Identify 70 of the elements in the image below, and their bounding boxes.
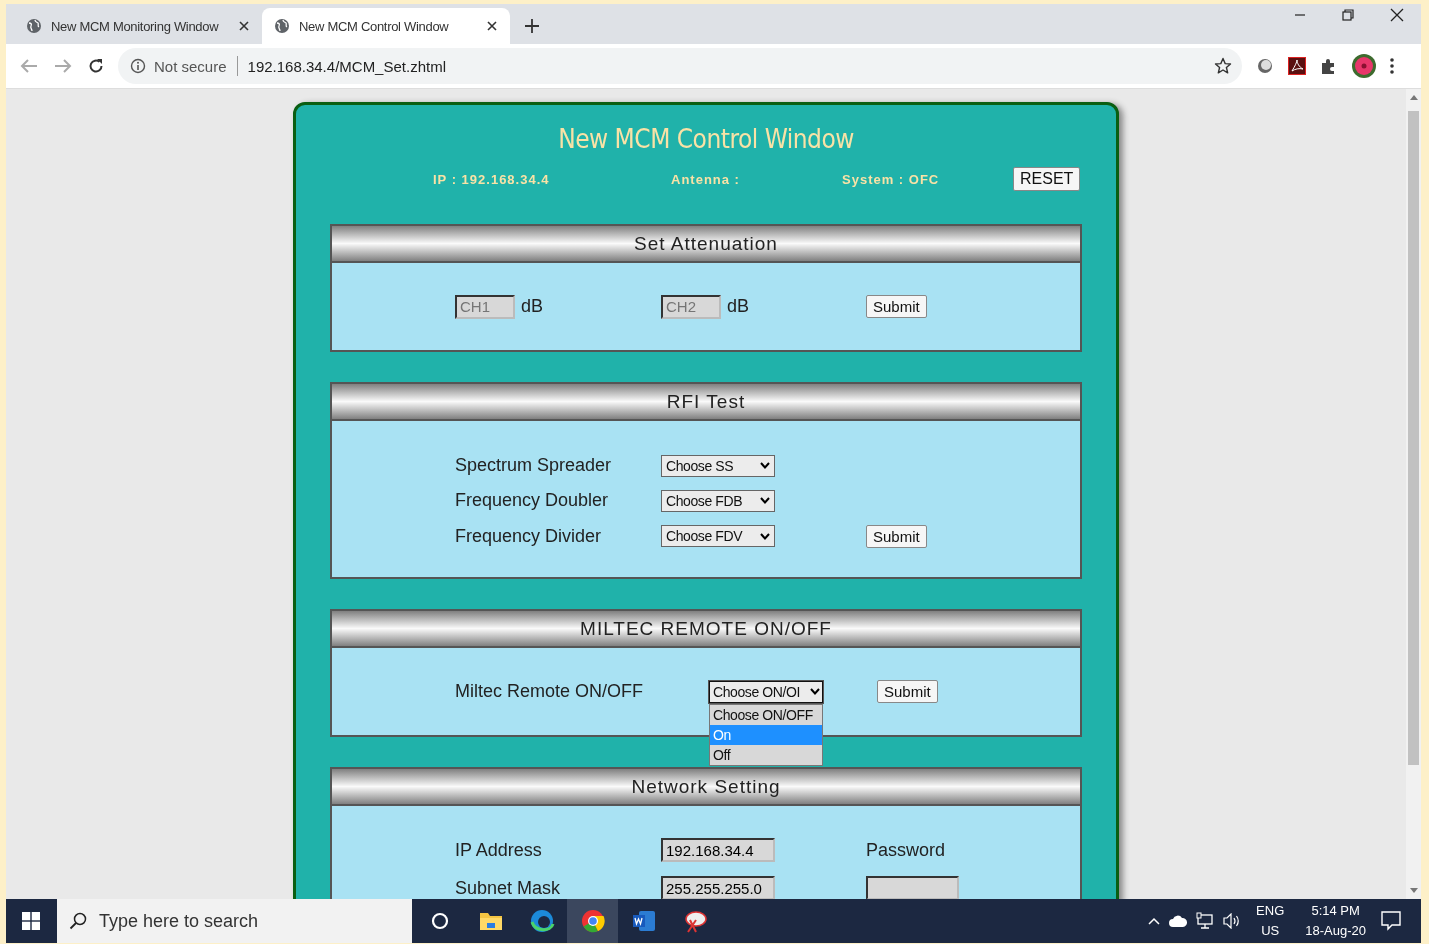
chevron-down-icon [760, 462, 770, 469]
chevron-down-icon [760, 532, 770, 540]
reload-icon[interactable] [88, 58, 104, 74]
field-label: IP Address [455, 839, 543, 861]
pdf-icon[interactable] [1288, 57, 1306, 75]
language-indicator[interactable]: ENG US [1256, 901, 1285, 941]
restore-icon[interactable] [1342, 9, 1354, 21]
dropdown-option[interactable]: Choose ON/OFF [710, 704, 822, 725]
info-label: System : OFC [842, 171, 940, 187]
field-label: Spectrum Spreader [455, 455, 613, 476]
clock[interactable]: 5:14 PM 18-Aug-20 [1305, 901, 1366, 941]
field-label: Password [866, 839, 946, 861]
input-field[interactable]: 255.255.255.0 [661, 876, 775, 899]
globe-icon [274, 18, 290, 34]
dropdown[interactable]: Choose ON/OI [709, 680, 823, 703]
close-icon[interactable] [1390, 8, 1404, 22]
password-field[interactable] [866, 876, 959, 899]
dropdown[interactable]: Choose FDV [661, 525, 775, 547]
flower-avatar-icon[interactable] [1352, 54, 1376, 78]
cloud-icon[interactable] [1169, 915, 1188, 927]
security-label: Not secure [154, 57, 227, 75]
word-icon [630, 908, 657, 934]
scrollbar[interactable] [1406, 89, 1421, 899]
info-icon [130, 58, 146, 74]
unit-label: dB [727, 296, 750, 317]
submit-button[interactable]: Submit [866, 524, 927, 548]
network-icon[interactable] [1196, 912, 1215, 930]
dropdown-option[interactable]: Off [710, 744, 822, 765]
field-label: Miltec Remote ON/OFF [455, 681, 645, 702]
chevron-up-icon[interactable] [1148, 917, 1161, 925]
chevron-down-icon [810, 688, 820, 695]
url-text: 192.168.34.4/MCM_Set.zhtml [247, 57, 446, 75]
section-header: RFI Test [332, 384, 1080, 421]
chrome-icon [579, 908, 606, 934]
page-title: New MCM Control Window [557, 123, 855, 155]
section-header: MILTEC REMOTE ON/OFF [332, 611, 1080, 648]
menu-icon[interactable] [1390, 57, 1394, 75]
input-field[interactable]: CH2 [661, 294, 721, 319]
field-label: Frequency Divider [455, 525, 603, 547]
browser-tab[interactable]: New MCM Control Window [262, 8, 510, 44]
close-icon[interactable] [486, 20, 498, 32]
field-label: Subnet Mask [455, 877, 562, 899]
search-icon [69, 912, 87, 930]
globe-icon [26, 18, 42, 34]
chevron-down-icon [760, 497, 770, 504]
windows-logo-icon [21, 912, 40, 930]
info-label: Antenna : [671, 171, 740, 187]
new-tab-icon[interactable] [524, 18, 540, 34]
taskbar-search-field[interactable]: Type here to search [57, 899, 412, 943]
speaker-icon[interactable] [1223, 913, 1242, 929]
reset-button[interactable]: RESET [1013, 167, 1081, 191]
section-header: Network Setting [332, 769, 1080, 806]
notification-icon[interactable] [1381, 911, 1401, 931]
browser-icon [528, 908, 555, 934]
extension-icon[interactable] [1256, 57, 1274, 75]
unit-label: dB [521, 296, 544, 317]
dropdown[interactable]: Choose FDB [661, 489, 775, 512]
browser-tab[interactable]: New MCM Monitoring Window [14, 8, 262, 44]
star-icon[interactable] [1214, 57, 1232, 75]
field-label: Frequency Doubler [455, 490, 610, 511]
input-field[interactable]: 192.168.34.4 [661, 838, 775, 862]
input-field[interactable]: CH1 [455, 294, 515, 319]
address-bar[interactable]: Not secure 192.168.34.4/MCM_Set.zhtml [118, 48, 1242, 84]
dropdown[interactable]: Choose SS [661, 454, 775, 477]
close-icon[interactable] [238, 20, 250, 32]
submit-button[interactable]: Submit [866, 295, 927, 318]
chrome-button[interactable] [567, 899, 618, 943]
section-header: Set Attenuation [332, 226, 1080, 263]
info-label: IP : 192.168.34.4 [433, 171, 550, 187]
submit-button[interactable]: Submit [877, 680, 938, 703]
